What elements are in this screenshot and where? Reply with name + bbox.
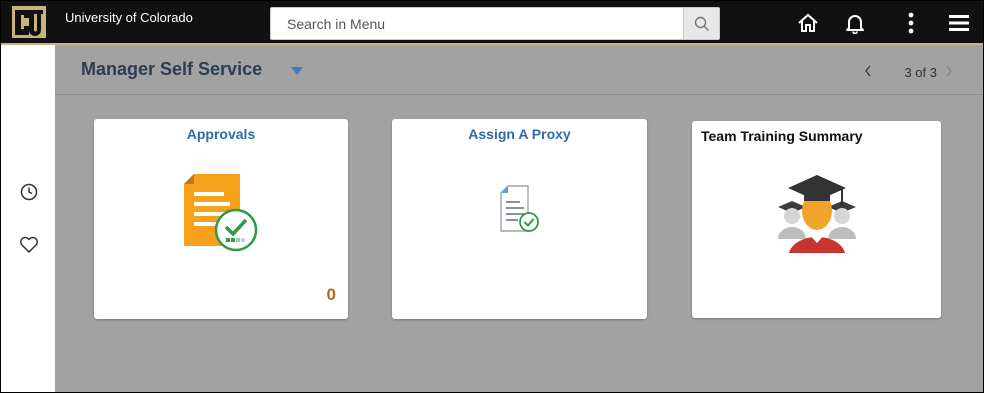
- tile-team-training-summary[interactable]: Team Training Summary: [692, 121, 941, 318]
- assign-proxy-document-icon: [500, 185, 539, 232]
- cu-logo[interactable]: [12, 6, 46, 38]
- next-page-icon[interactable]: [944, 64, 954, 78]
- home-icon: [798, 13, 818, 32]
- org-name: University of Colorado: [65, 10, 193, 25]
- hamburger-menu-icon: [949, 15, 969, 31]
- chevron-down-icon[interactable]: [291, 67, 303, 75]
- tile-assign-a-proxy[interactable]: Assign A Proxy: [392, 119, 647, 319]
- notifications-button[interactable]: [842, 11, 868, 35]
- search-button[interactable]: [683, 8, 719, 39]
- recent-button[interactable]: [18, 181, 40, 203]
- search-box: [270, 7, 720, 40]
- page-title-bar: Manager Self Service 3 of 3: [55, 45, 983, 95]
- previous-page-icon[interactable]: [863, 64, 873, 78]
- bell-icon: [846, 15, 864, 34]
- favorites-heart-icon: [20, 236, 38, 253]
- approvals-document-icon: [184, 174, 258, 252]
- home-button[interactable]: [795, 11, 821, 35]
- navbar-button[interactable]: [946, 11, 972, 35]
- app-frame: University of Colorado Search in Menu Ma…: [0, 0, 984, 393]
- approvals-count: 0: [326, 285, 336, 304]
- search-input[interactable]: [271, 8, 681, 39]
- search-icon: [694, 16, 709, 31]
- tile-title: Approvals: [186, 126, 256, 142]
- pager-text: 3 of 3: [904, 65, 937, 80]
- tile-title: Team Training Summary: [701, 128, 863, 144]
- more-vertical-icon: [908, 12, 914, 34]
- graduation-team-icon: [778, 175, 856, 253]
- top-header: University of Colorado: [1, 1, 983, 45]
- tile-approvals[interactable]: Approvals 0: [94, 119, 348, 319]
- page-title[interactable]: Manager Self Service: [81, 59, 262, 80]
- left-rail: [1, 45, 55, 392]
- actions-menu-button[interactable]: [898, 11, 924, 35]
- tile-title: Assign A Proxy: [468, 126, 571, 142]
- favorites-button[interactable]: [18, 234, 40, 256]
- recent-clock-icon: [20, 183, 38, 201]
- homepage-content: Manager Self Service 3 of 3 Approvals 0 …: [55, 45, 983, 392]
